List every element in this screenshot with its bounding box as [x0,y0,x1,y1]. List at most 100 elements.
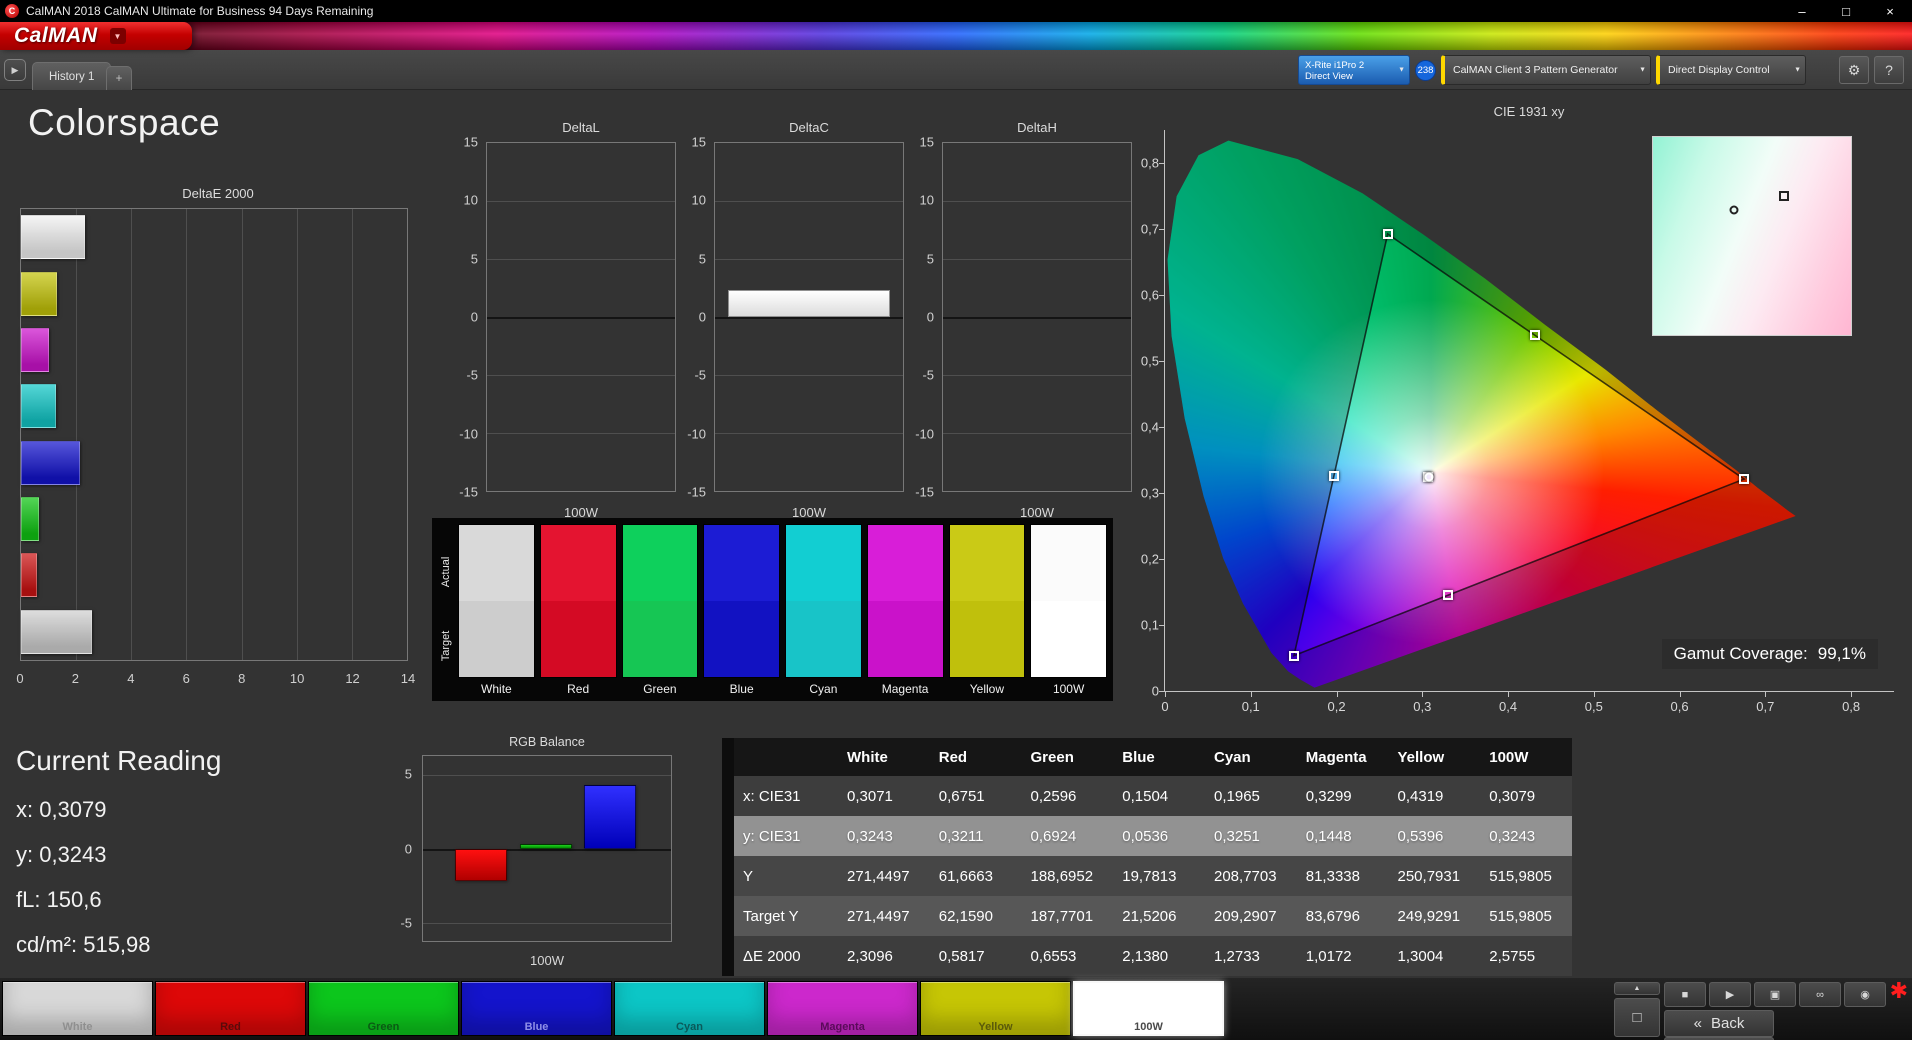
pattern-source-selector[interactable]: CalMAN Client 3 Pattern Generator ▼ [1441,55,1651,85]
cie-x-tick-label: 0,4 [1499,699,1517,714]
table-cell[interactable]: 19,7813 [1113,856,1205,896]
rgb-balance-title: RGB Balance [422,735,672,749]
table-cell[interactable]: 0,3243 [838,816,930,856]
deltaE-x-tick-label: 4 [127,671,134,686]
table-cell[interactable]: 0,6553 [1022,936,1114,976]
deltaE-bar-row [21,272,407,316]
help-button[interactable]: ? [1874,56,1904,84]
table-cell[interactable]: 1,3004 [1389,936,1481,976]
tab-history-1[interactable]: History 1 [32,62,111,90]
table-header-green: Green [1022,738,1114,776]
cie-y-tick-label: 0,6 [1123,288,1159,303]
table-cell[interactable]: 0,2596 [1022,776,1114,816]
table-cell[interactable]: 515,9805 [1480,896,1572,936]
table-cell[interactable]: 0,3299 [1297,776,1389,816]
delta-y-tick-label: 5 [699,251,706,266]
swatch-column-magenta: Magenta [867,524,944,699]
table-cell[interactable]: 0,3079 [1480,776,1572,816]
table-cell[interactable]: 250,7931 [1389,856,1481,896]
table-cell[interactable]: 187,7701 [1022,896,1114,936]
cie-y-tick-label: 0,8 [1123,156,1159,171]
table-cell[interactable]: 61,6663 [930,856,1022,896]
patch-yellow[interactable]: Yellow [920,981,1071,1036]
pattern-window-button[interactable]: □ [1614,998,1660,1037]
cie-x-tick [1680,691,1681,697]
cie-x-tick [1765,691,1766,697]
cie-marker-current [1425,472,1434,481]
table-row-label[interactable]: y: CIE31 [734,816,838,856]
deltaE-x-tick-label: 0 [16,671,23,686]
table-cell[interactable]: 0,3071 [838,776,930,816]
eject-button[interactable]: ▲ [1614,982,1660,995]
play-button[interactable]: ▶ [1709,982,1751,1007]
rgb-y-tick-label: 5 [405,766,412,781]
table-cell[interactable]: 81,3338 [1297,856,1389,896]
patch-blue[interactable]: Blue [461,981,612,1036]
pattern-button[interactable]: ▣ [1754,982,1796,1007]
swatch-blocks [785,524,862,678]
table-cell[interactable]: 21,5206 [1113,896,1205,936]
cie-y-tick [1159,493,1165,494]
add-tab-button[interactable]: + [106,66,132,90]
cie-marker-green [1383,229,1393,239]
table-row-label[interactable]: ΔE 2000 [734,936,838,976]
maximize-button[interactable]: □ [1824,0,1868,22]
table-cell[interactable]: 83,6796 [1297,896,1389,936]
rgb-gridline [423,923,671,924]
meter-mode: Direct View [1305,71,1393,82]
cie-x-tick-label: 0,3 [1413,699,1431,714]
table-cell[interactable]: 188,6952 [1022,856,1114,896]
patch-cyan[interactable]: Cyan [614,981,765,1036]
table-cell[interactable]: 0,3211 [930,816,1022,856]
continuous-button[interactable]: ∞ [1799,982,1841,1007]
back-button[interactable]: « Back [1664,1010,1774,1037]
table-row-label[interactable]: Target Y [734,896,838,936]
cie-y-tick-label: 0,1 [1123,617,1159,632]
table-cell[interactable]: 0,3243 [1480,816,1572,856]
settings-button[interactable]: ⚙ [1839,56,1869,84]
patch-green[interactable]: Green [308,981,459,1036]
stop-button[interactable]: ■ [1664,982,1706,1007]
table-cell[interactable]: 2,1380 [1113,936,1205,976]
table-cell[interactable]: 209,2907 [1205,896,1297,936]
patch-red[interactable]: Red [155,981,306,1036]
swatch-column-100w: 100W [1030,524,1107,699]
table-cell[interactable]: 0,6751 [930,776,1022,816]
close-button[interactable]: × [1868,0,1912,22]
table-cell[interactable]: 0,5817 [930,936,1022,976]
table-header-yellow: Yellow [1389,738,1481,776]
table-cell[interactable]: 208,7703 [1205,856,1297,896]
strip-row-labels: Actual Target [434,524,458,699]
table-cell[interactable]: 2,5755 [1480,936,1572,976]
table-cell[interactable]: 2,3096 [838,936,930,976]
history-panel-toggle[interactable]: ▶ [4,59,26,81]
table-cell[interactable]: 0,1448 [1297,816,1389,856]
table-cell[interactable]: 0,1504 [1113,776,1205,816]
minimize-button[interactable]: – [1780,0,1824,22]
display-control-selector[interactable]: Direct Display Control ▼ [1656,55,1806,85]
table-cell[interactable]: 249,9291 [1389,896,1481,936]
patch-100w[interactable]: 100W [1073,981,1224,1036]
table-cell[interactable]: 515,9805 [1480,856,1572,896]
actual-row-label: Actual [440,542,452,602]
patch-white[interactable]: White [2,981,153,1036]
table-cell[interactable]: 271,4497 [838,896,930,936]
deltaE-bar-row [21,553,407,597]
table-cell[interactable]: 1,0172 [1297,936,1389,976]
table-cell[interactable]: 62,1590 [930,896,1022,936]
table-cell[interactable]: 0,0536 [1113,816,1205,856]
preview-button[interactable]: ◉ [1844,982,1886,1007]
table-cell[interactable]: 0,4319 [1389,776,1481,816]
table-cell[interactable]: 271,4497 [838,856,930,896]
brand-band: CalMAN ▼ [0,22,1912,50]
table-cell[interactable]: 1,2733 [1205,936,1297,976]
table-cell[interactable]: 0,3251 [1205,816,1297,856]
table-row-label[interactable]: Y [734,856,838,896]
patch-magenta[interactable]: Magenta [767,981,918,1036]
table-cell[interactable]: 0,1965 [1205,776,1297,816]
calman-menu-button[interactable]: CalMAN ▼ [0,22,192,50]
table-row-label[interactable]: x: CIE31 [734,776,838,816]
meter-selector[interactable]: X-Rite i1Pro 2 Direct View ▼ [1298,55,1410,85]
table-cell[interactable]: 0,5396 [1389,816,1481,856]
table-cell[interactable]: 0,6924 [1022,816,1114,856]
